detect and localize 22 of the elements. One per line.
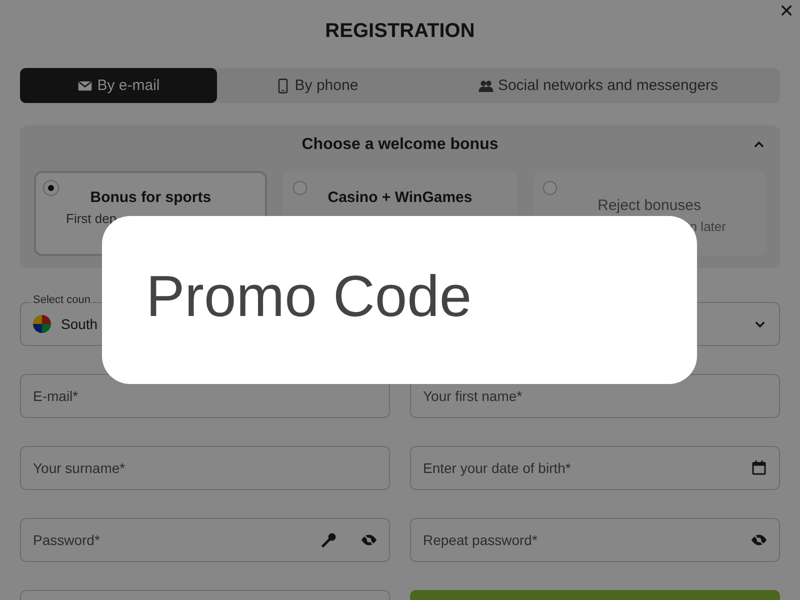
flag-icon xyxy=(33,315,51,333)
input-field[interactable]: Your surname* xyxy=(20,446,390,490)
tab[interactable]: By phone xyxy=(217,68,416,103)
radio-button[interactable] xyxy=(542,181,557,195)
calendar-icon[interactable] xyxy=(750,459,768,477)
option-title: Casino + WinGames xyxy=(326,189,474,206)
dialog-title: REGISTRATION xyxy=(325,20,475,44)
radio-button[interactable] xyxy=(293,181,308,195)
input-field[interactable]: Repeat password* xyxy=(410,518,780,562)
tab[interactable]: By e-mail xyxy=(20,68,217,103)
field-label: Select coun xyxy=(31,294,92,306)
input-field[interactable]: Enter your date of birth* xyxy=(410,446,780,490)
option-title: Reject bonuses xyxy=(596,197,702,214)
key-icon[interactable] xyxy=(320,531,338,549)
people-icon xyxy=(478,78,494,94)
option-title: Bonus for sports xyxy=(89,189,212,206)
popup-title: Promo Code xyxy=(146,263,472,331)
close-button[interactable]: ✕ xyxy=(777,0,796,22)
section-title: Choose a welcome bonus xyxy=(302,136,498,154)
tab[interactable]: Social networks and messengers xyxy=(416,68,780,103)
field-value: South xyxy=(61,316,98,332)
input-field[interactable]: Password* xyxy=(20,518,390,562)
